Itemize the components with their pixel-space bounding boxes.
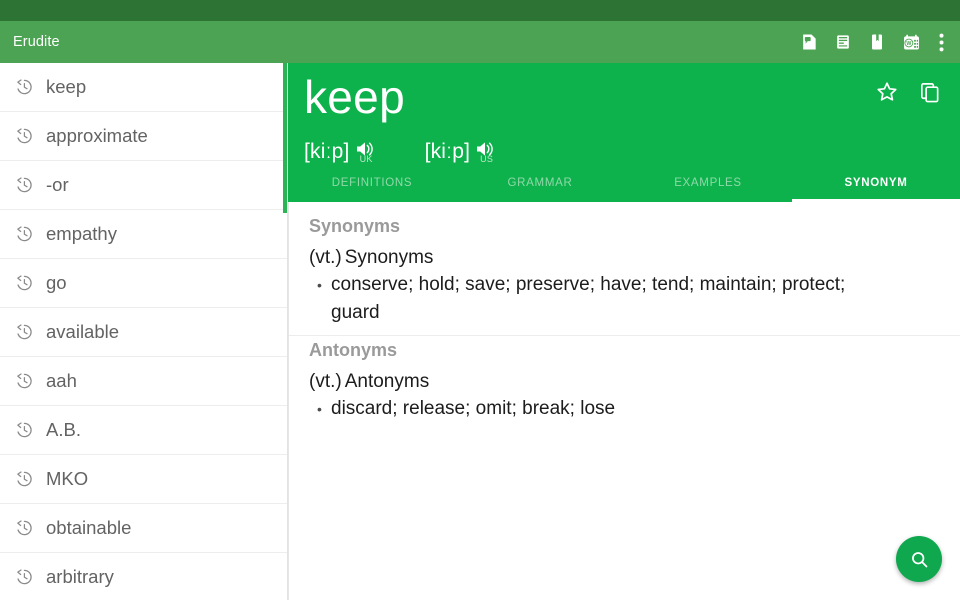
- history-item-empathy[interactable]: empathy: [0, 210, 287, 259]
- history-item-label: MKO: [46, 468, 88, 490]
- pos-heading-label: Antonyms: [345, 371, 429, 392]
- pos-heading-label: Synonyms: [345, 247, 434, 268]
- bullet-text: discard; release; omit; break; lose: [331, 395, 615, 423]
- history-item-aah[interactable]: aah: [0, 357, 287, 406]
- ipa-text: [kiːp]: [425, 139, 471, 164]
- history-item-keep[interactable]: keep: [0, 63, 287, 112]
- pronunciation-uk[interactable]: [kiːp] UK: [304, 139, 380, 167]
- history-item-or[interactable]: -or: [0, 161, 287, 210]
- history-icon: [14, 469, 34, 489]
- tab-definitions[interactable]: DEFINITIONS: [288, 167, 456, 202]
- bullet-row: •conserve; hold; save; preserve; have; t…: [317, 271, 946, 327]
- search-fab[interactable]: [896, 536, 942, 582]
- history-item-approximate[interactable]: approximate: [0, 112, 287, 161]
- history-item-label: -or: [46, 174, 69, 196]
- history-icon: [14, 567, 34, 587]
- region-label: UK: [360, 154, 373, 164]
- history-icon: [14, 77, 34, 97]
- tab-synonym[interactable]: SYNONYM: [792, 167, 960, 202]
- toolbar-actions: W: [792, 21, 960, 63]
- tab-bar: DEFINITIONS GRAMMAR EXAMPLES SYNONYM: [288, 167, 960, 202]
- search-icon: [909, 549, 930, 570]
- history-icon: [14, 518, 34, 538]
- pos-heading: (vt.)Synonyms: [309, 247, 946, 269]
- favorite-star-icon[interactable]: [866, 71, 908, 113]
- section-synonyms: Synonyms(vt.)Synonyms•conserve; hold; sa…: [289, 216, 960, 327]
- history-icon: [14, 224, 34, 244]
- history-item-label: obtainable: [46, 517, 131, 539]
- history-icon: [14, 273, 34, 293]
- history-icon: [14, 371, 34, 391]
- history-item-label: go: [46, 272, 67, 294]
- word-header: keep [kiːp] UK [kiːp] US DEFINITIONS GRAMMAR…: [288, 63, 960, 202]
- ipa-text: [kiːp]: [304, 139, 350, 164]
- bullet-dot-icon: •: [317, 271, 331, 327]
- tab-label: EXAMPLES: [674, 177, 742, 189]
- history-item-label: empathy: [46, 223, 117, 245]
- history-item-label: available: [46, 321, 119, 343]
- section-antonyms: Antonyms(vt.)Antonyms•discard; release; …: [289, 340, 960, 423]
- history-icon: [14, 175, 34, 195]
- word-header-actions: [866, 71, 950, 113]
- section-title: Antonyms: [309, 340, 946, 361]
- pronunciation-us[interactable]: [kiːp] US: [425, 139, 501, 167]
- app-root: Erudite: [0, 0, 960, 600]
- pos-tag: (vt.): [309, 247, 342, 268]
- history-icon: [14, 420, 34, 440]
- history-sidebar[interactable]: keep approximate -or empathy go available aah A…: [0, 63, 288, 600]
- play-pronunciation-button[interactable]: UK: [354, 139, 380, 167]
- history-item-arbitrary[interactable]: arbitrary: [0, 553, 287, 600]
- app-title: Erudite: [13, 34, 60, 50]
- history-icon: [14, 126, 34, 146]
- history-item-a-b[interactable]: A.B.: [0, 406, 287, 455]
- section-divider: [289, 335, 960, 336]
- bullet-dot-icon: •: [317, 395, 331, 423]
- notes-icon[interactable]: [792, 21, 826, 63]
- tab-grammar[interactable]: GRAMMAR: [456, 167, 624, 202]
- sidebar-scrollbar[interactable]: [283, 63, 287, 213]
- history-item-go[interactable]: go: [0, 259, 287, 308]
- history-item-label: approximate: [46, 125, 148, 147]
- flashcards-icon[interactable]: [826, 21, 860, 63]
- pos-heading: (vt.)Antonyms: [309, 371, 946, 393]
- history-item-obtainable[interactable]: obtainable: [0, 504, 287, 553]
- history-icon: [14, 322, 34, 342]
- tab-label: GRAMMAR: [508, 177, 573, 189]
- history-item-mko[interactable]: MKO: [0, 455, 287, 504]
- tab-label: DEFINITIONS: [332, 177, 413, 189]
- bookmark-icon[interactable]: [860, 21, 894, 63]
- history-item-label: aah: [46, 370, 77, 392]
- svg-text:W: W: [906, 41, 911, 47]
- pronunciation-list: [kiːp] UK [kiːp] US: [304, 139, 545, 167]
- section-title: Synonyms: [309, 216, 946, 237]
- tab-examples[interactable]: EXAMPLES: [624, 167, 792, 202]
- copy-icon[interactable]: [908, 71, 950, 113]
- page-title: keep: [304, 69, 405, 125]
- word-of-the-day-icon[interactable]: W: [894, 21, 928, 63]
- app-toolbar: Erudite: [0, 21, 960, 63]
- play-pronunciation-button[interactable]: US: [474, 139, 500, 167]
- overflow-menu-icon[interactable]: [928, 21, 954, 63]
- synonym-content-pane: Synonyms(vt.)Synonyms•conserve; hold; sa…: [288, 202, 960, 600]
- status-bar: [0, 0, 960, 21]
- region-label: US: [480, 154, 493, 164]
- pos-tag: (vt.): [309, 371, 342, 392]
- bullet-text: conserve; hold; save; preserve; have; te…: [331, 271, 891, 327]
- history-list: keep approximate -or empathy go available aah A…: [0, 63, 287, 600]
- history-item-available[interactable]: available: [0, 308, 287, 357]
- bullet-row: •discard; release; omit; break; lose: [317, 395, 946, 423]
- history-item-label: keep: [46, 76, 86, 98]
- history-item-label: arbitrary: [46, 566, 114, 588]
- tab-label: SYNONYM: [844, 177, 907, 189]
- history-item-label: A.B.: [46, 419, 81, 441]
